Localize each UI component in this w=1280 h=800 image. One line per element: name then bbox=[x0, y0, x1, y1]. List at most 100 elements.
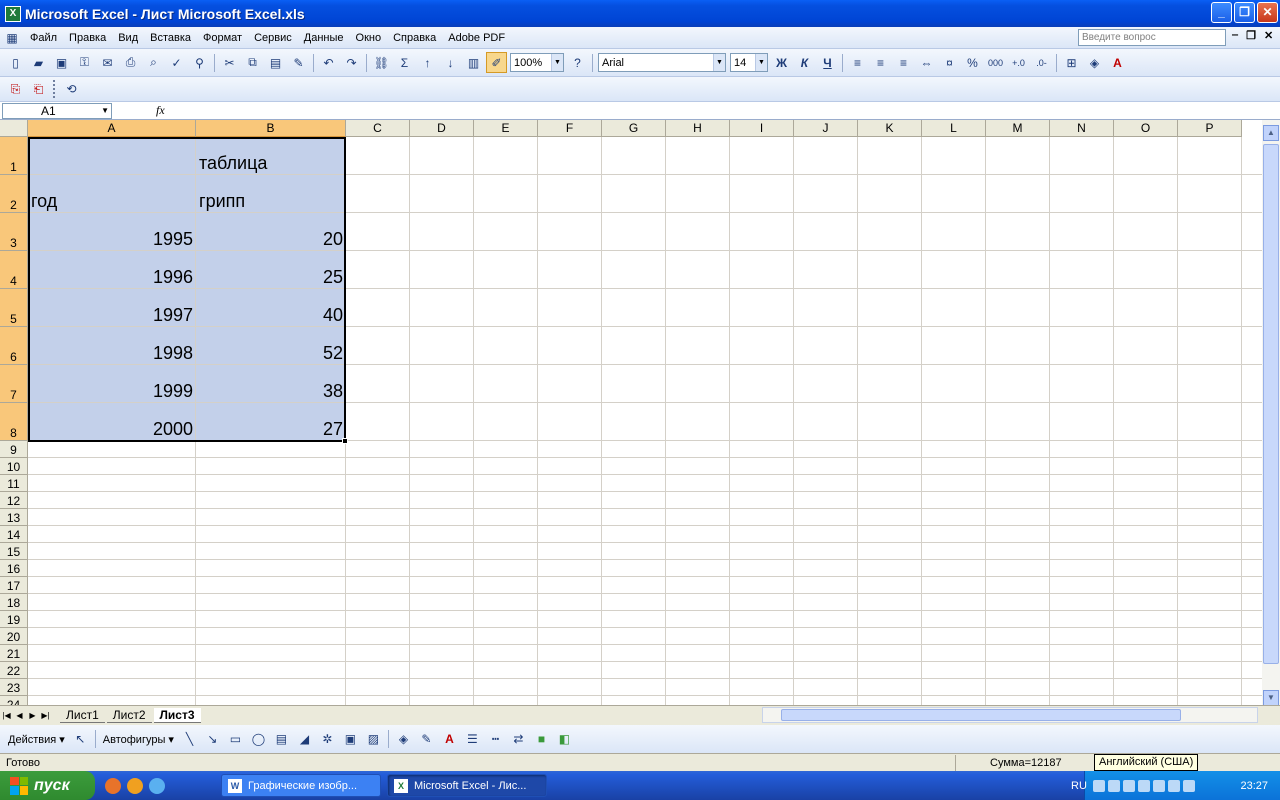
sort-descending-icon[interactable]: ↓ bbox=[440, 52, 461, 73]
worksheet-grid[interactable]: A B C D E F G H I J K L M N O P 1 2 3 4 5 6 7 8 9 10 11 12 13 14 15 16 1… bbox=[0, 120, 1262, 705]
column-header-h[interactable]: H bbox=[666, 120, 730, 137]
row-header-1[interactable]: 1 bbox=[0, 137, 28, 175]
shadow-icon[interactable]: ■ bbox=[531, 729, 552, 750]
column-header-o[interactable]: O bbox=[1114, 120, 1178, 137]
scroll-up-icon[interactable]: ▲ bbox=[1263, 125, 1279, 141]
pdf-icon[interactable]: ⎘ bbox=[5, 79, 26, 100]
row-header-5[interactable]: 5 bbox=[0, 289, 28, 327]
clipart-icon[interactable]: ▣ bbox=[340, 729, 361, 750]
3d-icon[interactable]: ◧ bbox=[554, 729, 575, 750]
fill-color-icon[interactable]: ◈ bbox=[1084, 52, 1105, 73]
doc-icon[interactable]: ▦ bbox=[1, 27, 23, 48]
review-icon[interactable]: ⟲ bbox=[61, 79, 82, 100]
research-icon[interactable]: ⚲ bbox=[189, 52, 210, 73]
row-header-23[interactable]: 23 bbox=[0, 679, 28, 696]
cell-b3[interactable]: 20 bbox=[196, 229, 346, 249]
volume-icon[interactable] bbox=[1137, 779, 1150, 792]
menu-insert[interactable]: Вставка bbox=[144, 28, 197, 48]
network-icon[interactable] bbox=[1107, 779, 1120, 792]
save-icon[interactable]: ▣ bbox=[51, 52, 72, 73]
currency-icon[interactable]: ¤ bbox=[939, 52, 960, 73]
menu-adobe-pdf[interactable]: Adobe PDF bbox=[442, 28, 511, 48]
menu-file[interactable]: Файл bbox=[24, 28, 63, 48]
drawing-icon[interactable]: ✐ bbox=[486, 52, 507, 73]
mdi-minimize-icon[interactable]: ‒ bbox=[1232, 29, 1238, 42]
cell-a4[interactable]: 1996 bbox=[28, 267, 196, 287]
row-header-24[interactable]: 24 bbox=[0, 696, 28, 705]
line-icon[interactable]: ╲ bbox=[179, 729, 200, 750]
oval-icon[interactable]: ◯ bbox=[248, 729, 269, 750]
fill-color-icon[interactable]: ◈ bbox=[393, 729, 414, 750]
row-header-4[interactable]: 4 bbox=[0, 251, 28, 289]
copy-icon[interactable]: ⧉ bbox=[242, 52, 263, 73]
italic-button[interactable]: К bbox=[794, 52, 815, 73]
permission-icon[interactable]: ⚿ bbox=[74, 52, 95, 73]
help-icon[interactable]: ? bbox=[567, 52, 588, 73]
increase-decimal-icon[interactable]: +.0 bbox=[1008, 52, 1029, 73]
actions-menu[interactable]: Действия ▾ bbox=[4, 733, 69, 746]
undo-icon[interactable]: ↶ bbox=[318, 52, 339, 73]
column-header-p[interactable]: P bbox=[1178, 120, 1242, 137]
row-header-10[interactable]: 10 bbox=[0, 458, 28, 475]
row-header-2[interactable]: 2 bbox=[0, 175, 28, 213]
spelling-icon[interactable]: ✓ bbox=[166, 52, 187, 73]
row-header-20[interactable]: 20 bbox=[0, 628, 28, 645]
task-excel[interactable]: X Microsoft Excel - Лис... bbox=[387, 774, 547, 797]
diagram-icon[interactable]: ✲ bbox=[317, 729, 338, 750]
select-objects-icon[interactable]: ↖ bbox=[70, 729, 91, 750]
mdi-restore-icon[interactable]: ❐ bbox=[1246, 29, 1256, 42]
close-button[interactable]: ✕ bbox=[1257, 2, 1278, 23]
row-header-3[interactable]: 3 bbox=[0, 213, 28, 251]
column-header-b[interactable]: B bbox=[196, 120, 346, 137]
tab-sheet3[interactable]: Лист3 bbox=[153, 708, 201, 723]
align-center-icon[interactable]: ≡ bbox=[870, 52, 891, 73]
fx-icon[interactable]: fx bbox=[156, 103, 165, 118]
monitor-icon[interactable] bbox=[1182, 779, 1195, 792]
name-box[interactable]: A1 ▼ bbox=[2, 102, 112, 119]
minimize-button[interactable]: _ bbox=[1211, 2, 1232, 23]
autoshapes-menu[interactable]: Автофигуры ▾ bbox=[99, 733, 178, 746]
print-icon[interactable]: ⎙ bbox=[120, 52, 141, 73]
row-header-21[interactable]: 21 bbox=[0, 645, 28, 662]
start-button[interactable]: пуск bbox=[0, 771, 95, 800]
line-style-icon[interactable]: ☰ bbox=[462, 729, 483, 750]
font-size-select[interactable]: 14 ▼ bbox=[730, 53, 768, 72]
cell-a5[interactable]: 1997 bbox=[28, 305, 196, 325]
select-all-button[interactable] bbox=[0, 120, 28, 137]
email-icon[interactable]: ✉ bbox=[97, 52, 118, 73]
last-sheet-icon[interactable]: ▶| bbox=[39, 711, 52, 720]
menu-edit[interactable]: Правка bbox=[63, 28, 112, 48]
column-header-a[interactable]: A bbox=[28, 120, 196, 137]
cut-icon[interactable]: ✂ bbox=[219, 52, 240, 73]
percent-button[interactable]: % bbox=[962, 52, 983, 73]
media-player-icon[interactable] bbox=[127, 777, 143, 794]
cell-a3[interactable]: 1995 bbox=[28, 229, 196, 249]
scroll-down-icon[interactable]: ▼ bbox=[1263, 690, 1279, 706]
cell-b8[interactable]: 27 bbox=[196, 419, 346, 439]
row-header-6[interactable]: 6 bbox=[0, 327, 28, 365]
vertical-scroll-thumb[interactable] bbox=[1263, 144, 1279, 664]
mdi-close-icon[interactable]: ✕ bbox=[1264, 29, 1273, 42]
row-header-14[interactable]: 14 bbox=[0, 526, 28, 543]
row-header-19[interactable]: 19 bbox=[0, 611, 28, 628]
cell-a8[interactable]: 2000 bbox=[28, 419, 196, 439]
security-icon[interactable] bbox=[1167, 779, 1180, 792]
language-indicator[interactable]: RU bbox=[1071, 780, 1093, 792]
row-header-7[interactable]: 7 bbox=[0, 365, 28, 403]
thousands-button[interactable]: 000 bbox=[985, 52, 1006, 73]
font-color-icon[interactable]: A bbox=[439, 729, 460, 750]
sort-ascending-icon[interactable]: ↑ bbox=[417, 52, 438, 73]
row-header-11[interactable]: 11 bbox=[0, 475, 28, 492]
column-header-m[interactable]: M bbox=[986, 120, 1050, 137]
cell-a2[interactable]: год bbox=[28, 191, 196, 211]
firefox-icon[interactable] bbox=[105, 777, 121, 794]
menu-tools[interactable]: Сервис bbox=[248, 28, 298, 48]
new-icon[interactable]: ▯ bbox=[5, 52, 26, 73]
menu-window[interactable]: Окно bbox=[350, 28, 388, 48]
row-header-9[interactable]: 9 bbox=[0, 441, 28, 458]
cell-b7[interactable]: 38 bbox=[196, 381, 346, 401]
hyperlink-icon[interactable]: ⛓ bbox=[371, 52, 392, 73]
column-header-d[interactable]: D bbox=[410, 120, 474, 137]
textbox-icon[interactable]: ▤ bbox=[271, 729, 292, 750]
cell-b5[interactable]: 40 bbox=[196, 305, 346, 325]
